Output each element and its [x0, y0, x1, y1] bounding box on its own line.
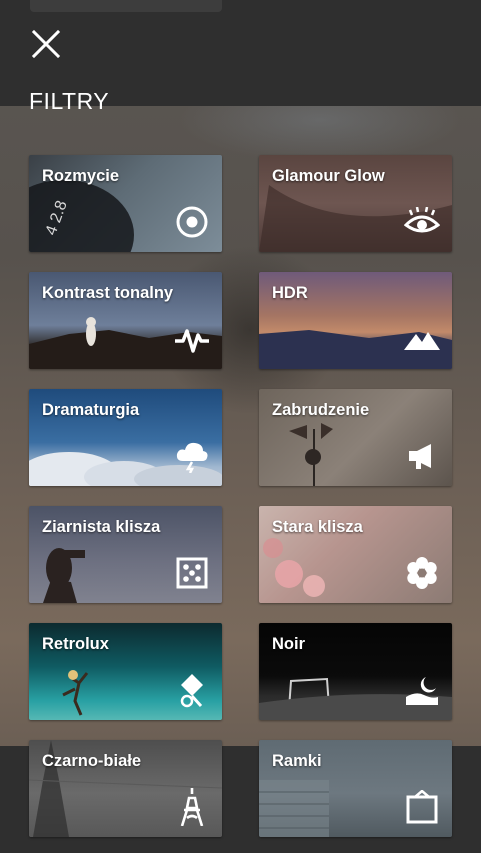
filter-card-czarno-biale[interactable]: Czarno-białe — [29, 740, 222, 837]
top-handle — [30, 0, 222, 12]
filter-card-ziarnista-klisza[interactable]: Ziarnista klisza — [29, 506, 222, 603]
filter-card-dramaturgia[interactable]: Dramaturgia — [29, 389, 222, 486]
eiffel-tower-icon — [174, 788, 210, 826]
pulse-icon — [174, 321, 210, 357]
filter-card-hdr[interactable]: HDR — [259, 272, 452, 369]
mountains-icon — [404, 321, 440, 357]
close-icon — [31, 29, 61, 59]
filter-label: Glamour Glow — [272, 167, 385, 185]
filter-label: HDR — [272, 284, 308, 302]
filter-label: Rozmycie — [42, 167, 120, 185]
moon-landscape-icon — [404, 672, 440, 708]
filter-card-rozmycie[interactable]: 4 2.8 Rozmycie — [29, 155, 222, 252]
dice-icon — [174, 555, 210, 591]
filter-card-retrolux[interactable]: Retrolux — [29, 623, 222, 720]
filter-card-stara-klisza[interactable]: Stara klisza — [259, 506, 452, 603]
retrolux-icon — [174, 672, 210, 708]
filter-label: Retrolux — [42, 635, 109, 653]
filter-card-kontrast-tonalny[interactable]: Kontrast tonalny — [29, 272, 222, 369]
filter-label: Ziarnista klisza — [42, 518, 161, 536]
filters-grid: 4 2.8 Rozmycie Glamour Glow Kontrast ton… — [29, 155, 452, 837]
target-icon — [174, 204, 210, 240]
page-title: FILTRY — [29, 88, 110, 114]
filter-label: Zabrudzenie — [272, 401, 370, 419]
filter-label: Ramki — [272, 752, 322, 770]
filter-card-noir[interactable]: Noir — [259, 623, 452, 720]
eye-icon — [404, 204, 440, 240]
filter-label: Dramaturgia — [42, 401, 140, 419]
filter-card-glamour-glow[interactable]: Glamour Glow — [259, 155, 452, 252]
filter-label: Noir — [272, 635, 305, 653]
megaphone-icon — [404, 438, 440, 474]
filter-card-ramki[interactable]: Ramki — [259, 740, 452, 837]
close-button[interactable] — [26, 24, 66, 64]
filter-label: Czarno-białe — [42, 752, 142, 770]
filter-card-zabrudzenie[interactable]: Zabrudzenie — [259, 389, 452, 486]
frame-icon — [404, 789, 440, 825]
filter-label: Kontrast tonalny — [42, 284, 174, 302]
storm-cloud-icon — [174, 438, 210, 474]
flower-icon — [404, 555, 440, 591]
filter-label: Stara klisza — [272, 518, 363, 536]
